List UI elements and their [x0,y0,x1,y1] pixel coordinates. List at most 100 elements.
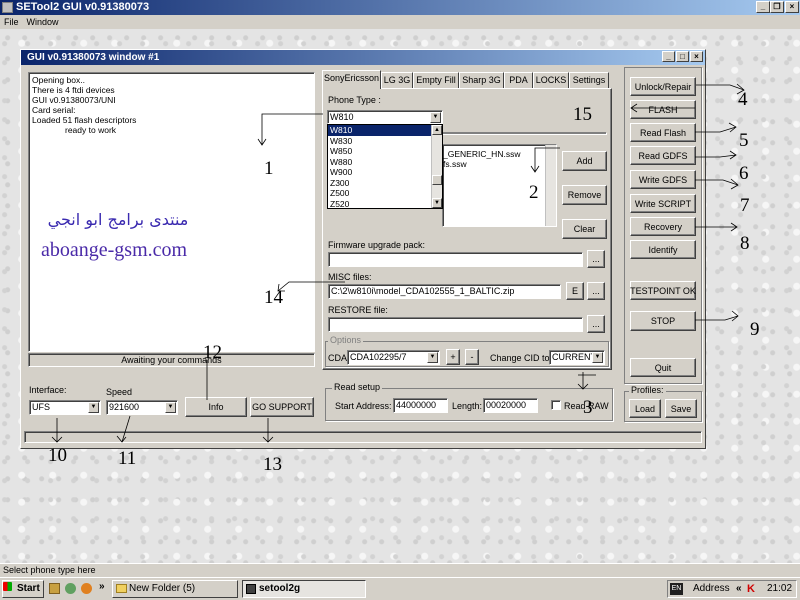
start-address-input[interactable]: 44000000 [393,398,448,413]
identify-button[interactable]: Identify [630,240,696,259]
quit-button[interactable]: Quit [630,358,696,377]
scroll-thumb[interactable] [432,175,442,185]
file-item[interactable]: fs.ssw [443,159,467,169]
interface-select[interactable]: UFS ▼ [29,400,101,415]
chevron-right-icon[interactable]: » [99,581,105,592]
app-minimize-icon[interactable]: _ [662,51,675,62]
restore-icon[interactable]: ❐ [770,1,784,13]
antivirus-icon[interactable]: K [747,583,759,595]
speed-select[interactable]: 921600 ▼ [106,400,178,415]
cda-select[interactable]: CDA102295/7 ▼ [347,350,440,365]
tab-settings[interactable]: Settings [569,72,609,88]
annotation-14: 14 [264,287,283,308]
phone-option[interactable]: W810 [328,125,431,136]
annotation-10: 10 [48,445,67,466]
phone-type-dropdown-list[interactable]: W810 W830 W850 W880 W900 Z300 Z500 Z520 … [327,124,443,209]
dropdown-scrollbar[interactable]: ▲ ▼ [431,125,442,208]
status-bar-text: Select phone type here [3,565,96,575]
chevron-down-icon[interactable]: ▼ [427,352,438,363]
close-icon[interactable]: × [785,1,799,13]
cda-plus-button[interactable]: + [446,349,460,365]
tab-empty-fill[interactable]: Empty Fill [413,72,459,88]
restore-input[interactable] [328,317,583,332]
phone-option[interactable]: Z520 [328,199,442,210]
info-button[interactable]: Info [185,397,247,417]
testpoint-ok-button[interactable]: TESTPOINT OK [630,281,696,300]
phone-option[interactable]: W850 [328,146,442,157]
phone-option[interactable]: Z500 [328,188,442,199]
chevron-down-icon[interactable]: ▼ [430,112,441,123]
phone-option[interactable]: W830 [328,136,442,147]
menu-window[interactable]: Window [23,17,63,27]
taskbar-item-new-folder[interactable]: New Folder (5) [112,580,238,598]
restore-browse-button[interactable]: ... [587,315,605,333]
app-close-icon[interactable]: × [690,51,703,62]
scroll-up-icon[interactable]: ▲ [432,125,442,135]
firmware-label: Firmware upgrade pack: [328,240,426,250]
cda-minus-button[interactable]: - [465,349,479,365]
options-label: Options [328,335,364,345]
cda-label: CDA [328,353,348,363]
recovery-button[interactable]: Recovery [630,217,696,236]
menu-file[interactable]: File [0,17,23,27]
scroll-down-icon[interactable]: ▼ [432,198,442,208]
chevron-down-icon[interactable]: ▼ [592,352,603,363]
tab-locks[interactable]: LOCKS [533,72,569,88]
progress-bar [24,431,702,443]
file-item[interactable]: _GENERIC_HN.ssw [443,149,520,159]
firmware-browse-button[interactable]: ... [587,250,605,268]
annotation-12: 12 [203,342,222,363]
annotation-6: 6 [739,163,749,184]
tab-pda[interactable]: PDA [504,72,533,88]
load-profile-button[interactable]: Load [629,399,661,418]
phone-option[interactable]: W900 [328,167,442,178]
stop-button[interactable]: STOP [630,311,696,331]
app-title-bar: GUI v0.91380073 window #1 [21,50,705,65]
quicklaunch-icon[interactable] [65,583,76,594]
read-flash-button[interactable]: Read Flash [630,123,696,142]
chevron-down-icon[interactable]: ▼ [88,402,99,413]
length-input[interactable]: 00020000 [483,398,538,413]
go-support-button[interactable]: GO SUPPORT [250,397,314,417]
taskbar-item-setool2g[interactable]: setool2g [242,580,366,598]
remove-button[interactable]: Remove [562,185,607,205]
file-list[interactable]: _GENERIC_HN.ssw fs.ssw [442,144,557,227]
menu-bar: File Window [0,15,800,29]
phone-option[interactable]: W880 [328,157,442,168]
annotation-13: 13 [263,454,282,475]
tab-sonyericsson[interactable]: SonyEricsson [322,70,381,89]
desktop-icon[interactable] [49,583,60,594]
read-gdfs-button[interactable]: Read GDFS [630,146,696,165]
minimize-icon[interactable]: _ [756,1,770,13]
phone-option[interactable]: Z300 [328,178,442,189]
flash-button[interactable]: FLASH [630,100,696,119]
misc-e-button[interactable]: E [566,282,584,300]
firmware-input[interactable] [328,252,583,267]
write-script-button[interactable]: Write SCRIPT [630,194,696,213]
tab-sharp-3g[interactable]: Sharp 3G [459,72,504,88]
interface-value: UFS [32,402,50,412]
language-icon[interactable]: EN [670,583,683,595]
app-maximize-icon[interactable]: □ [676,51,689,62]
clear-button[interactable]: Clear [562,219,607,239]
phone-type-select[interactable]: W810 ▼ [327,110,443,124]
folder-icon [116,584,127,593]
status-panel: Awaiting your commands [28,353,315,367]
outer-window-title: SETool2 GUI v0.91380073 [16,1,150,13]
chevron-left-icon[interactable]: « [736,581,742,597]
misc-browse-button[interactable]: ... [587,282,605,300]
tab-lg-3g[interactable]: LG 3G [381,72,413,88]
unlock-repair-button[interactable]: Unlock/Repair [630,77,696,96]
write-gdfs-button[interactable]: Write GDFS [630,170,696,189]
chevron-down-icon[interactable]: ▼ [165,402,176,413]
browser-icon[interactable] [81,583,92,594]
annotation-1: 1 [264,158,274,179]
misc-input[interactable]: C:\2\w810i\model_CDA102555_1_BALTIC.zip [328,284,561,299]
speed-value: 921600 [109,402,140,412]
save-profile-button[interactable]: Save [665,399,697,418]
tab-panel: Phone Type : _GENERIC_HN.ssw fs.ssw W810… [322,88,612,370]
cid-select[interactable]: CURRENT ▼ [549,350,605,365]
file-list-scrollbar[interactable] [545,145,556,226]
add-button[interactable]: Add [562,151,607,171]
read-raw-checkbox[interactable] [551,400,561,410]
